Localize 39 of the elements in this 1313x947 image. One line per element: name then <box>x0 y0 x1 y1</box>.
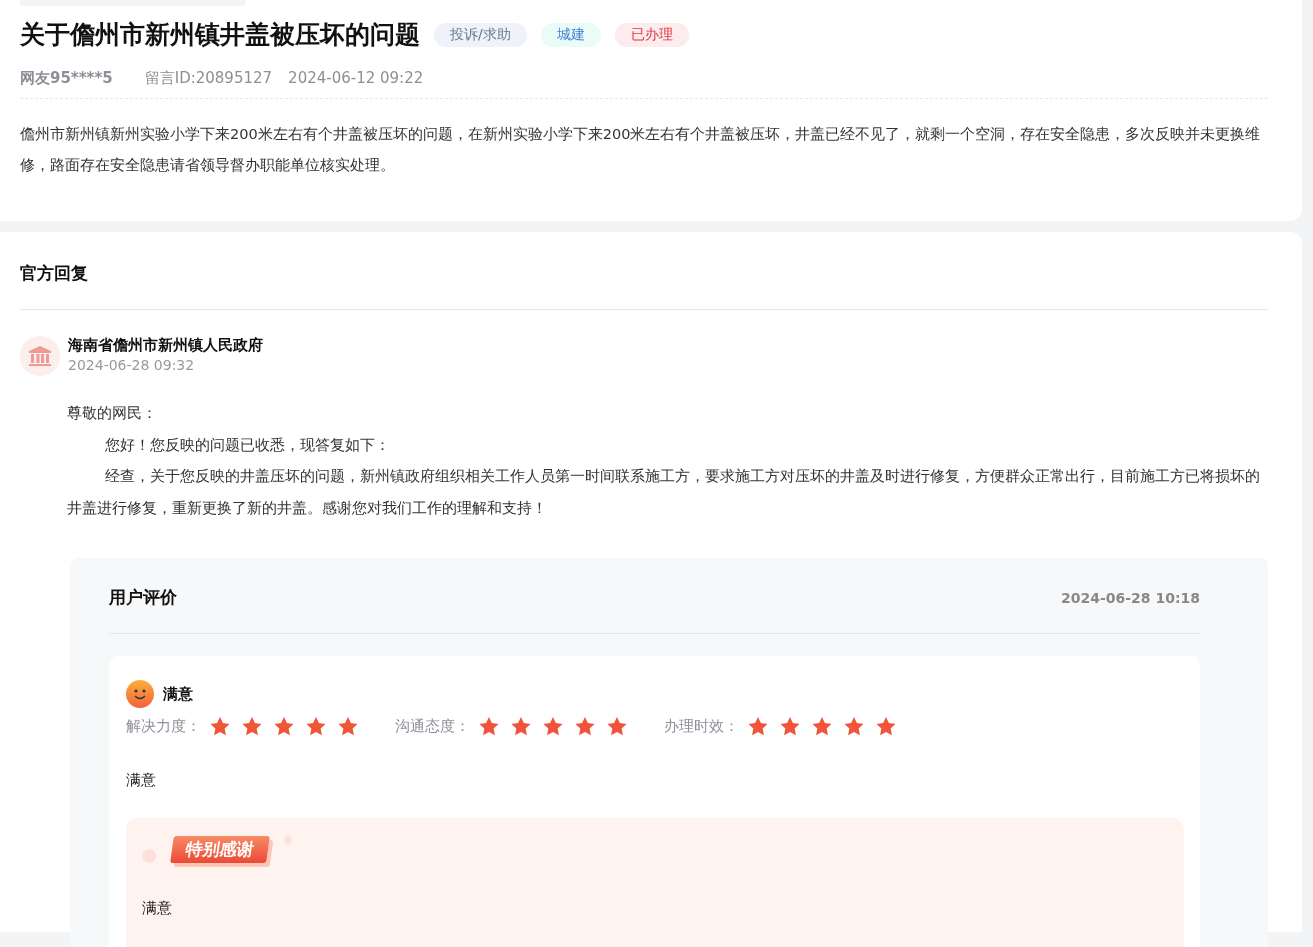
rating-label: 解决力度： <box>126 717 201 736</box>
star-icon <box>843 716 865 737</box>
rating-label: 沟通态度： <box>395 717 470 736</box>
star-icon <box>811 716 833 737</box>
question-title: 关于儋州市新州镇井盖被压坏的问题 <box>20 19 420 51</box>
government-building-icon <box>28 345 52 367</box>
star-icon <box>209 716 231 737</box>
evaluation-comment: 满意 <box>126 771 157 790</box>
tag: 投诉/求助 <box>434 22 527 47</box>
organization-name: 海南省儋州市新州镇人民政府 <box>68 336 263 355</box>
star-icon <box>779 716 801 737</box>
verdict-label: 满意 <box>163 684 193 704</box>
star-icon <box>241 716 263 737</box>
star-icon <box>478 716 500 737</box>
reply-paragraph: 您好！您反映的问题已收悉，现答复如下： <box>104 435 391 455</box>
star-icon <box>510 716 532 737</box>
star-icon <box>273 716 295 737</box>
reply-paragraph: 经查，关于您反映的井盖压坏的问题，新州镇政府组织相关工作人员第一时间联系施工方，要求施工方对压坏的井盖及时进行修复，方便群众正常出行，目前施工方已将损坏的井盖进行修复，重新更换了新的井盖。感谢您对我们工作的理解和支持！ <box>66 467 1261 518</box>
star-icon <box>875 716 897 737</box>
reply-time: 2024-06-28 09:32 <box>68 357 196 373</box>
evaluation-heading: 用户评价 <box>109 586 177 609</box>
rating-label: 办理时效： <box>664 717 739 736</box>
star-icon <box>574 716 596 737</box>
message-id: 留言ID:20895127 <box>144 69 273 88</box>
star-icon <box>305 716 327 737</box>
author-name: 网友95****5 <box>20 69 113 88</box>
tag: 城建 <box>540 22 601 47</box>
star-icon <box>337 716 359 737</box>
star-icon <box>747 716 769 737</box>
post-time: 2024-06-12 09:22 <box>288 69 424 88</box>
question-content: 儋州市新州镇新州实验小学下来200米左右有个井盖被压坏的问题，在新州实验小学下来200米左右有个井盖被压坏，井盖已经不见了，就剩一个空洞，存在安全隐患，多次反映并未更换维修，路面存在安全隐患请省领导督办职能单位核实处理。 <box>20 125 1262 175</box>
reply-paragraph: 尊敬的网民： <box>66 404 158 423</box>
section-heading: 官方回复 <box>20 262 1268 310</box>
star-icon <box>542 716 564 737</box>
thanks-text: 满意 <box>142 899 173 918</box>
smiley-icon <box>126 680 154 708</box>
star-icon <box>606 716 628 737</box>
evaluation-time: 2024-06-28 10:18 <box>1061 589 1200 606</box>
tag: 已办理 <box>614 22 689 47</box>
